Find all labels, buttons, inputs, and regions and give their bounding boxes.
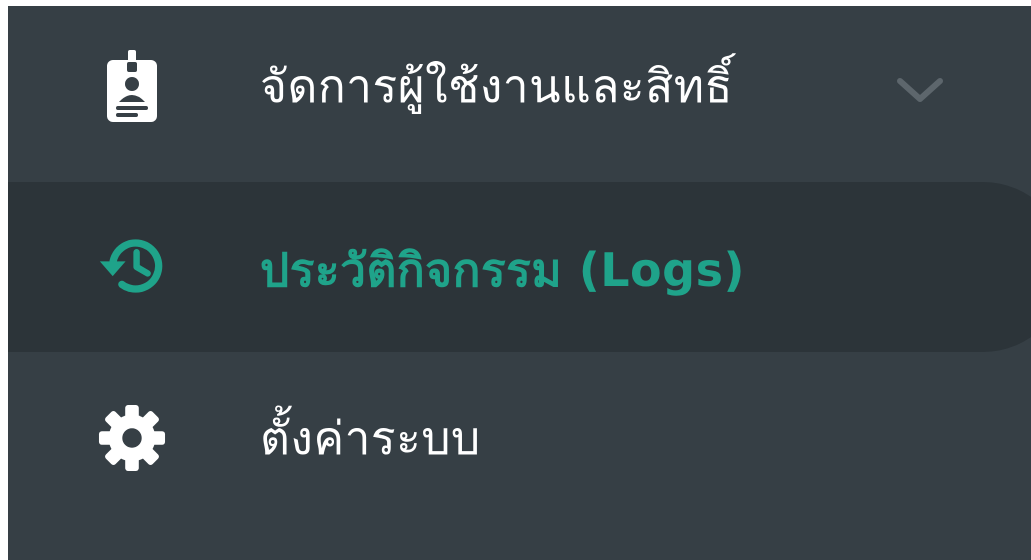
sidebar-item-label: จัดการผู้ใช้งานและสิทธิ์ [260,59,734,113]
sidebar-item-settings[interactable]: ตั้งค่าระบบ [8,358,1031,523]
gear-icon [98,404,166,472]
sidebar-item-label: ตั้งค่าระบบ [260,411,481,465]
sidebar-menu: จัดการผู้ใช้งานและสิทธิ์ ประวัติกิจกรรม … [8,6,1031,560]
id-badge-icon [98,50,166,122]
history-icon [98,232,166,300]
chevron-down-icon[interactable] [890,70,950,110]
sidebar-item-label: ประวัติกิจกรรม (Logs) [260,243,745,297]
sidebar-item-user-management[interactable]: จัดการผู้ใช้งานและสิทธิ์ [8,6,1031,171]
sidebar-item-logs[interactable]: ประวัติกิจกรรม (Logs) [8,182,1031,352]
